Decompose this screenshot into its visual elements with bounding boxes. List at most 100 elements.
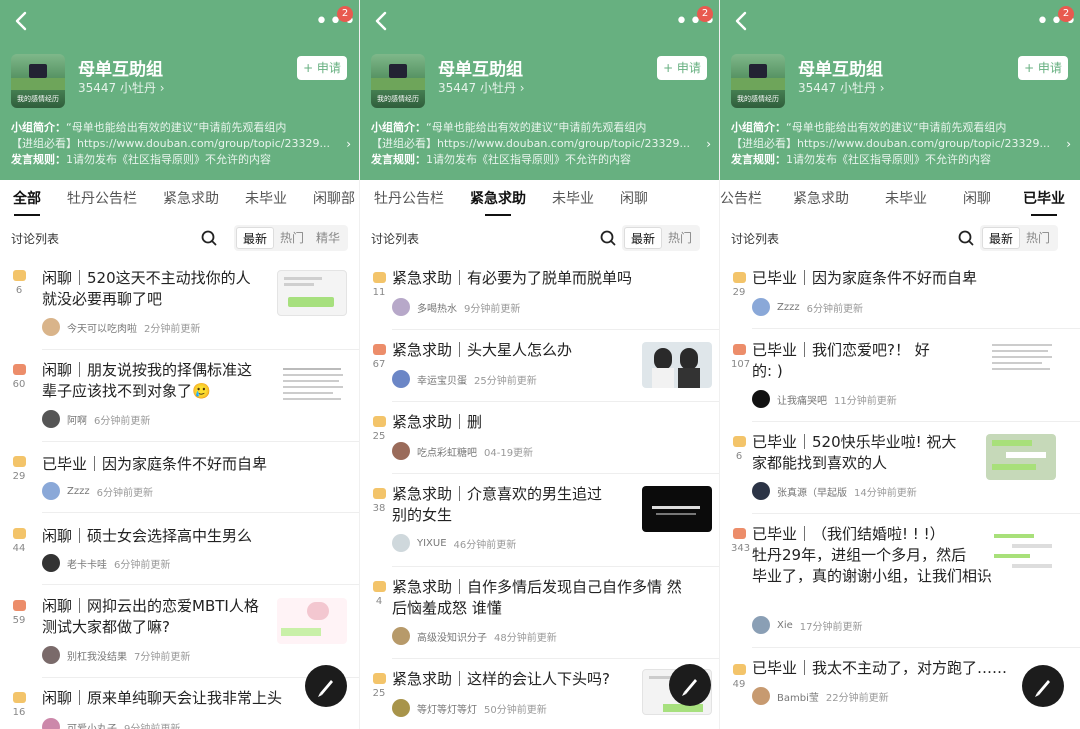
sort-featured[interactable]: 精华 — [310, 227, 346, 249]
username[interactable]: 今天可以吃肉啦 — [67, 320, 137, 335]
avatar[interactable] — [752, 298, 770, 316]
username[interactable]: 等灯等灯等灯 — [417, 701, 477, 716]
intro-link[interactable]: 【进组必看】https://www.douban.com/group/topic… — [731, 136, 1071, 152]
group-name[interactable]: 母单互助组 — [438, 55, 523, 80]
comment-icon — [12, 692, 26, 703]
username[interactable]: Zzzz — [777, 302, 800, 313]
tab-announcements[interactable]: 牡丹公告栏 — [360, 180, 457, 218]
username[interactable]: 可爱小丸子 — [67, 720, 117, 729]
username[interactable]: 让我痛哭吧 — [777, 392, 827, 407]
tab-announcements[interactable]: 牡丹公告栏 — [54, 180, 150, 218]
avatar[interactable] — [392, 627, 410, 645]
tab-urgent-help[interactable]: 紧急求助 — [775, 180, 867, 218]
username[interactable]: 别杠我没结果 — [67, 648, 127, 663]
group-avatar[interactable]: 我的感情经历 — [11, 54, 65, 108]
sort-hot[interactable]: 热门 — [274, 227, 310, 249]
username[interactable]: 高级没知识分子 — [417, 629, 487, 644]
back-button[interactable] — [10, 6, 34, 36]
username[interactable]: Zzzz — [67, 486, 90, 497]
sort-newest[interactable]: 最新 — [624, 227, 663, 249]
topic-thumbnail[interactable] — [642, 486, 712, 532]
tab-chat[interactable]: 闲聊 — [607, 180, 661, 218]
comment-icon — [372, 344, 386, 355]
username[interactable]: 阿啊 — [67, 412, 87, 427]
back-button[interactable] — [370, 6, 394, 36]
group-avatar[interactable]: 我的感情经历 — [731, 54, 785, 108]
update-time: 6分钟前更新 — [114, 559, 171, 571]
search-icon[interactable] — [598, 228, 618, 248]
topic-thumbnail[interactable] — [642, 342, 712, 388]
divider — [42, 584, 359, 585]
sort-newest[interactable]: 最新 — [982, 227, 1021, 249]
group-intro[interactable]: 小组简介：“母单也能给出有效的建议”申请前先观看组内 【进组必看】https:/… — [11, 120, 351, 168]
search-icon[interactable] — [199, 228, 219, 248]
tab-chat[interactable]: 闲聊 — [945, 180, 1009, 218]
more-button[interactable]: ••• 2 — [1036, 6, 1077, 33]
username[interactable]: Bambi莹 — [777, 689, 819, 704]
avatar[interactable] — [752, 482, 770, 500]
avatar[interactable] — [392, 699, 410, 717]
update-time: 2分钟前更新 — [144, 323, 201, 335]
group-avatar[interactable]: 我的感情经历 — [371, 54, 425, 108]
avatar[interactable] — [42, 410, 60, 428]
tab-urgent-help[interactable]: 紧急求助 — [150, 180, 232, 218]
topic-thumbnail[interactable] — [277, 364, 347, 410]
username[interactable]: 老卡卡哇 — [67, 556, 107, 571]
avatar[interactable] — [392, 534, 410, 552]
avatar[interactable] — [752, 390, 770, 408]
member-count[interactable]: 35447 小牡丹 › — [78, 79, 165, 96]
comment-count: 60 — [11, 364, 27, 390]
username[interactable]: 多喝热水 — [417, 300, 457, 315]
compose-button[interactable] — [669, 664, 711, 706]
topic-thumbnail[interactable] — [988, 528, 1058, 574]
avatar[interactable] — [42, 646, 60, 664]
apply-button[interactable]: + 申请 — [657, 56, 707, 80]
tab-announcements[interactable]: 公告栏 — [720, 180, 775, 218]
search-icon[interactable] — [956, 228, 976, 248]
avatar[interactable] — [752, 687, 770, 705]
tab-undergraduate[interactable]: 未毕业 — [539, 180, 607, 218]
topic-thumbnail[interactable] — [277, 270, 347, 316]
avatar[interactable] — [42, 318, 60, 336]
member-count[interactable]: 35447 小牡丹 › — [438, 79, 525, 96]
tab-chat[interactable]: 闲聊部 — [300, 180, 359, 218]
avatar[interactable] — [752, 616, 770, 634]
more-button[interactable]: ••• 2 — [315, 6, 356, 33]
intro-link[interactable]: 【进组必看】https://www.douban.com/group/topic… — [11, 136, 351, 152]
topic-tabs: 全部 牡丹公告栏 紧急求助 未毕业 闲聊部 — [0, 180, 359, 218]
sort-hot[interactable]: 热门 — [1020, 227, 1056, 249]
compose-button[interactable] — [1022, 665, 1064, 707]
avatar[interactable] — [42, 482, 60, 500]
username[interactable]: 吃点彩虹糖吧 — [417, 444, 477, 459]
tab-undergraduate[interactable]: 未毕业 — [867, 180, 945, 218]
username[interactable]: YIXUE — [417, 538, 447, 549]
tab-undergraduate[interactable]: 未毕业 — [232, 180, 300, 218]
sort-hot[interactable]: 热门 — [662, 227, 698, 249]
avatar[interactable] — [392, 370, 410, 388]
topic-thumbnail[interactable] — [988, 340, 1058, 386]
more-button[interactable]: ••• 2 — [675, 6, 716, 33]
group-name[interactable]: 母单互助组 — [78, 55, 163, 80]
topic-thumbnail[interactable] — [986, 434, 1056, 480]
username[interactable]: 幸运宝贝蛋 — [417, 372, 467, 387]
avatar[interactable] — [392, 442, 410, 460]
compose-button[interactable] — [305, 665, 347, 707]
topic-thumbnail[interactable] — [277, 598, 347, 644]
apply-button[interactable]: + 申请 — [297, 56, 347, 80]
username[interactable]: 张真源（早起版 — [777, 484, 847, 499]
back-button[interactable] — [730, 6, 754, 36]
avatar[interactable] — [42, 554, 60, 572]
tab-graduated[interactable]: 已毕业 — [1009, 180, 1079, 218]
group-intro[interactable]: 小组简介：“母单也能给出有效的建议”申请前先观看组内 【进组必看】https:/… — [731, 120, 1071, 168]
tab-urgent-help[interactable]: 紧急求助 — [457, 180, 539, 218]
avatar[interactable] — [392, 298, 410, 316]
group-intro[interactable]: 小组简介：“母单也能给出有效的建议”申请前先观看组内 【进组必看】https:/… — [371, 120, 711, 168]
member-count[interactable]: 35447 小牡丹 › — [798, 79, 885, 96]
apply-button[interactable]: + 申请 — [1018, 56, 1068, 80]
tab-all[interactable]: 全部 — [0, 180, 54, 218]
group-name[interactable]: 母单互助组 — [798, 55, 883, 80]
sort-newest[interactable]: 最新 — [236, 227, 275, 249]
username[interactable]: Xie — [777, 620, 793, 631]
update-time: 50分钟前更新 — [484, 704, 547, 716]
intro-link[interactable]: 【进组必看】https://www.douban.com/group/topic… — [371, 136, 711, 152]
